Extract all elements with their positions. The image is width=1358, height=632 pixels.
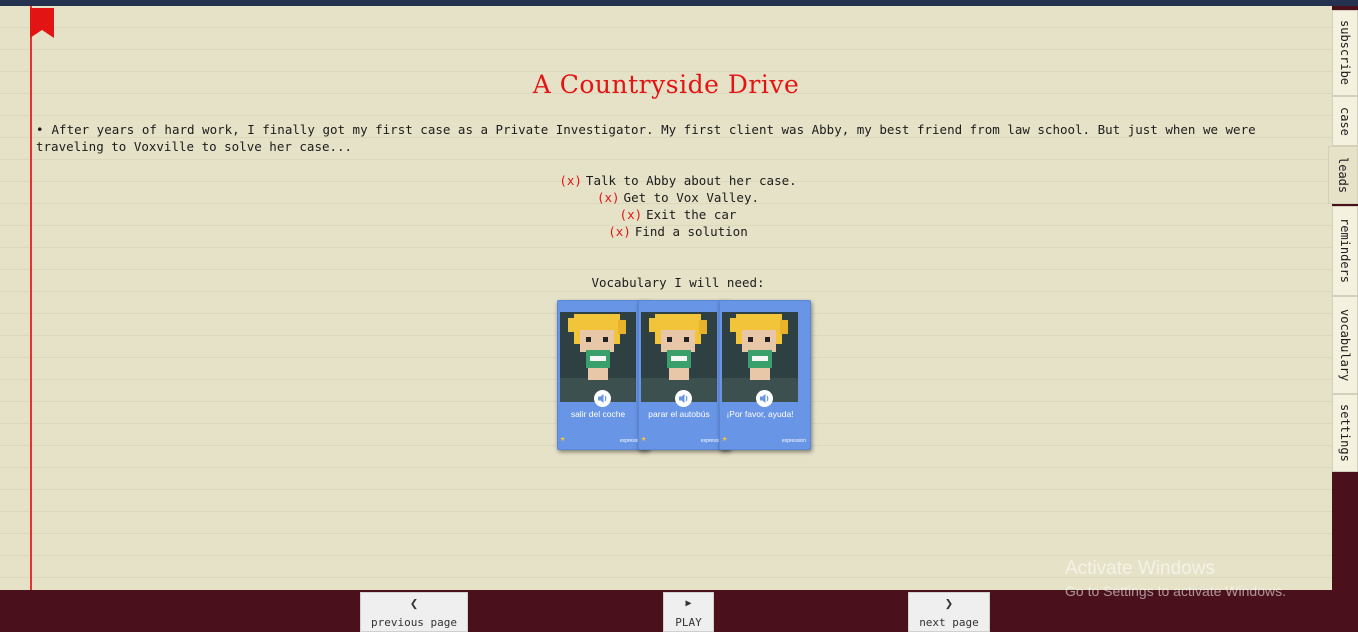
next-page-button[interactable]: ❯ next page (908, 592, 990, 632)
vocab-card[interactable]: ¡Por favor, ayuda! ★ expression (719, 300, 811, 450)
objective-text: Talk to Abby about her case. (585, 173, 797, 188)
objective-status: (x) (596, 190, 620, 205)
objective-status: (x) (619, 207, 643, 222)
objective-item: (x) Find a solution (0, 223, 1332, 240)
character-image (560, 312, 636, 402)
character-image (722, 312, 798, 402)
card-type: expression (781, 438, 806, 444)
vocab-card[interactable]: parar el autobús ★ expression (638, 300, 730, 450)
card-label: salir del coche (570, 409, 626, 419)
play-button[interactable]: ▶ PLAY (663, 592, 714, 632)
character-image (641, 312, 717, 402)
chevron-left-icon: ❮ (409, 596, 419, 612)
objective-text: Find a solution (634, 224, 748, 239)
page-title: A Countryside Drive (532, 70, 800, 99)
play-icon: ▶ (685, 598, 692, 609)
objective-item: (x) Exit the car (0, 206, 1332, 223)
objective-text: Get to Vox Valley. (623, 190, 760, 205)
play-label: PLAY (675, 616, 702, 629)
bookmark-icon[interactable] (30, 8, 54, 38)
activation-watermark-subtitle: Go to Settings to activate Windows. (1065, 583, 1286, 599)
intro-paragraph: • After years of hard work, I finally got… (36, 121, 1316, 155)
intro-text: After years of hard work, I finally got … (36, 122, 1256, 154)
speaker-icon[interactable] (756, 390, 773, 407)
objectives-list: (x) Talk to Abby about her case. (x) Get t… (0, 172, 1332, 240)
chevron-right-icon: ❯ (944, 596, 954, 612)
tab-leads[interactable]: leads (1328, 146, 1358, 204)
objective-status: (x) (608, 224, 631, 239)
speaker-icon[interactable] (675, 390, 692, 407)
star-icon[interactable]: ★ (641, 434, 646, 444)
card-label: parar el autobús (648, 409, 710, 419)
card-label: ¡Por favor, ayuda! (726, 409, 794, 419)
objective-status: (x) (559, 173, 582, 188)
tab-subscribe[interactable]: subscribe (1332, 10, 1358, 96)
vocab-card[interactable]: salir del coche ★ expression (557, 300, 649, 450)
previous-page-button[interactable]: ❮ previous page (360, 592, 468, 632)
star-icon[interactable]: ★ (722, 434, 727, 444)
vocabulary-cards: salir del coche ★ expression parar el au… (557, 300, 811, 454)
objective-text: Exit the car (646, 207, 737, 222)
speaker-icon[interactable] (594, 390, 611, 407)
objective-item: (x) Get to Vox Valley. (0, 189, 1332, 206)
notebook-page: A Countryside Drive • After years of hard… (0, 6, 1332, 590)
activation-watermark-title: Activate Windows (1065, 558, 1215, 579)
tab-vocabulary[interactable]: vocabulary (1332, 296, 1358, 394)
tab-case[interactable]: case (1332, 96, 1358, 146)
objective-item: (x) Talk to Abby about her case. (0, 172, 1332, 189)
previous-page-label: previous page (370, 616, 458, 629)
tab-reminders[interactable]: reminders (1332, 206, 1358, 296)
star-icon[interactable]: ★ (560, 434, 565, 444)
bullet: • (36, 122, 44, 137)
tab-settings[interactable]: settings (1332, 394, 1358, 472)
next-page-label: next page (919, 616, 979, 629)
vocabulary-heading: Vocabulary I will need: (591, 275, 765, 290)
